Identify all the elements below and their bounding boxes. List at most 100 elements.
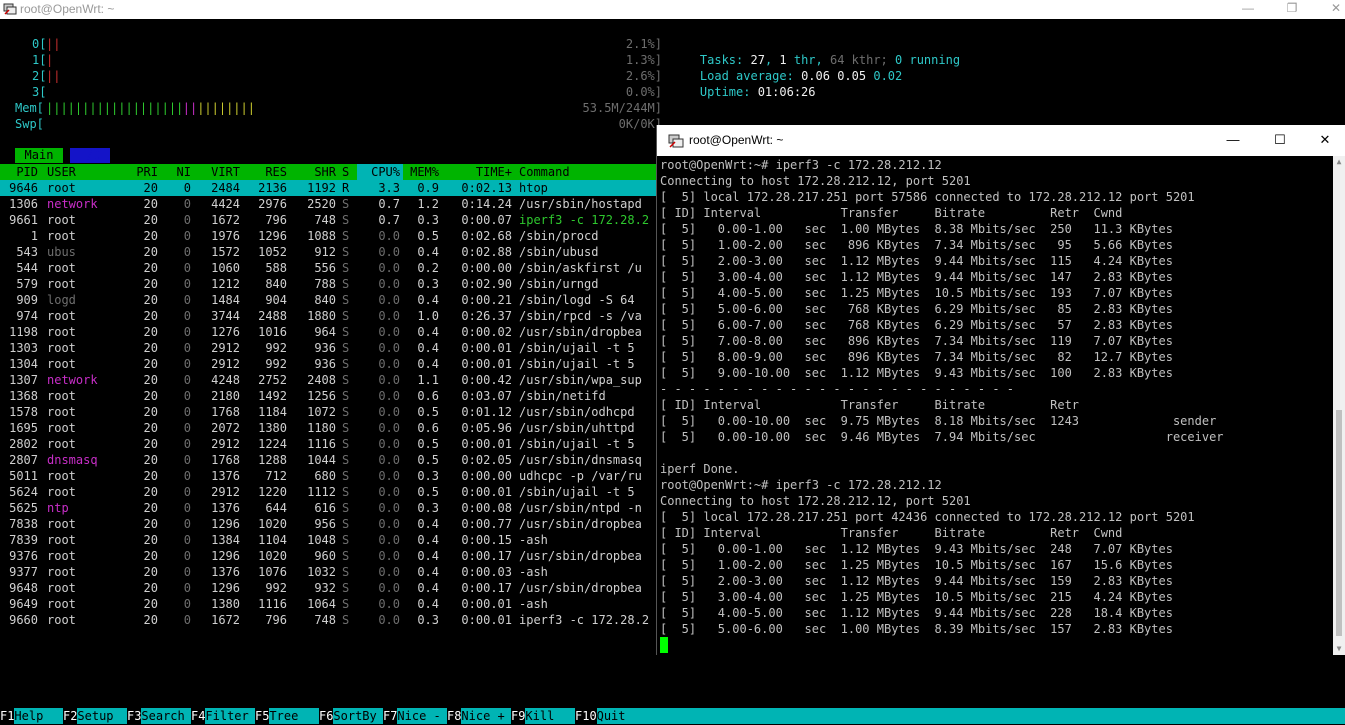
process-ni: 0 bbox=[183, 325, 191, 339]
process-virt: 1212 bbox=[211, 277, 240, 291]
terminal-line: [ 5] 9.00-10.00 sec 1.12 MBytes 9.43 Mbi… bbox=[660, 366, 1173, 380]
front-window-titlebar[interactable]: root@OpenWrt: ~ — ☐ ✕ bbox=[657, 125, 1345, 156]
cpu-meter: 3[0.0%] bbox=[0, 84, 662, 100]
process-row[interactable]: 1306 network 20 0 4424 2976 2520 S 0.7 1.2 0:14.24… bbox=[0, 196, 656, 212]
maximize-button[interactable]: ☐ bbox=[1257, 125, 1303, 156]
process-row[interactable]: 9661 root 20 0 1672 796 748 S 0.7 0.3 0:00.07 iperf… bbox=[0, 212, 656, 228]
process-cpu: 0.0 bbox=[378, 421, 400, 435]
back-window-titlebar[interactable]: root@OpenWrt: ~ — ❐ ✕ bbox=[0, 0, 1345, 19]
column-header-cpu[interactable]: CPU% bbox=[362, 164, 400, 180]
process-virt: 1376 bbox=[211, 565, 240, 579]
process-time: 0:00.15 bbox=[461, 533, 512, 547]
iperf-window[interactable]: root@OpenWrt: ~ — ☐ ✕ root@OpenWrt:~# ip… bbox=[656, 125, 1345, 655]
column-header-mem[interactable]: MEM% bbox=[405, 164, 439, 180]
process-row[interactable]: 579 root 20 0 1212 840 788 S 0.0 0.3 0:02.90/sbin/… bbox=[0, 276, 656, 292]
process-s: S bbox=[342, 341, 350, 355]
process-res: 1380 bbox=[258, 421, 287, 435]
process-user: root bbox=[47, 469, 76, 483]
process-row[interactable]: 1 root 20 0 1976 1296 1088 S 0.0 0.5 0:02.68/sbin/… bbox=[0, 228, 656, 244]
process-row[interactable]: 2807 dnsmasq 20 0 1768 1288 1044 S 0.0 0.5 0:02.05… bbox=[0, 452, 656, 468]
process-time: 0:00.00 bbox=[461, 261, 512, 275]
process-ni: 0 bbox=[183, 597, 191, 611]
tab-io[interactable]: I/O bbox=[70, 148, 110, 163]
process-row[interactable]: 2802 root 20 0 2912 1224 1116 S 0.0 0.5 0:00.01/sb… bbox=[0, 436, 656, 452]
column-header-time[interactable]: TIME+ bbox=[448, 164, 512, 180]
iperf-terminal[interactable]: root@OpenWrt:~# iperf3 -c 172.28.212.12 C… bbox=[657, 156, 1333, 655]
process-ni: 0 bbox=[183, 373, 191, 387]
column-header-ni[interactable]: NI bbox=[165, 164, 191, 180]
process-row[interactable]: 544 root 20 0 1060 588 556 S 0.0 0.2 0:00.00/sbin/… bbox=[0, 260, 656, 276]
column-header-cmd[interactable]: Command bbox=[519, 164, 656, 180]
process-res: 1076 bbox=[258, 565, 287, 579]
scroll-up-arrow-icon[interactable]: ▲ bbox=[1333, 156, 1345, 168]
minimize-button[interactable]: — bbox=[1210, 125, 1256, 156]
process-row[interactable]: 1303 root 20 0 2912 992 936 S 0.0 0.4 0:00.01/sbin… bbox=[0, 340, 656, 356]
restore-button[interactable]: ❐ bbox=[1270, 0, 1314, 19]
column-header-user[interactable]: USER bbox=[47, 164, 127, 180]
process-pid: 1304 bbox=[9, 357, 38, 371]
column-header-pid[interactable]: PID bbox=[0, 164, 38, 180]
process-row[interactable]: 1304 root 20 0 2912 992 936 S 0.0 0.4 0:00.01/sbin… bbox=[0, 356, 656, 372]
process-row[interactable]: 5011 root 20 0 1376 712 680 S 0.0 0.3 0:00.00 udhcp… bbox=[0, 468, 656, 484]
process-pri: 20 bbox=[143, 373, 158, 387]
column-header-shr[interactable]: SHR bbox=[292, 164, 336, 180]
cpu-meter-label: 0[ bbox=[32, 37, 47, 51]
process-row[interactable]: 9646 root 20 0 2484 2136 1192 R 3.3 0.9 0:02.13 hto… bbox=[0, 180, 656, 196]
process-time: 0:03.07 bbox=[461, 389, 512, 403]
process-virt: 1296 bbox=[211, 581, 240, 595]
process-pri: 20 bbox=[143, 581, 158, 595]
process-row[interactable]: 1578 root 20 0 1768 1184 1072 S 0.0 0.5 0:01.12/us… bbox=[0, 404, 656, 420]
close-button[interactable]: ✕ bbox=[1302, 125, 1345, 156]
process-cmd: -ash bbox=[519, 565, 548, 579]
fkey-key: F5 bbox=[255, 708, 270, 724]
column-header-virt[interactable]: VIRT bbox=[196, 164, 240, 180]
process-mem: 0.4 bbox=[417, 533, 439, 547]
scrollbar[interactable]: ▲ ▼ bbox=[1333, 156, 1345, 655]
process-user: root bbox=[47, 261, 76, 275]
process-row[interactable]: 974 root 20 0 3744 2488 1880 S 0.0 1.0 0:26.37/sbi… bbox=[0, 308, 656, 324]
cpu-meter-value: 2.6%] bbox=[625, 69, 662, 83]
process-s: S bbox=[342, 261, 350, 275]
process-mem: 0.4 bbox=[417, 581, 439, 595]
process-row[interactable]: 909 logd 20 0 1484 904 840 S 0.0 0.4 0:00.21/sbin/… bbox=[0, 292, 656, 308]
terminal-line: [ 5] 1.00-2.00 sec 1.25 MBytes 10.5 Mbit… bbox=[660, 558, 1173, 572]
process-row[interactable]: 1368 root 20 0 2180 1492 1256 S 0.0 0.6 0:03.07/sb… bbox=[0, 388, 656, 404]
minimize-button[interactable]: — bbox=[1226, 0, 1270, 19]
process-cpu: 0.0 bbox=[378, 325, 400, 339]
process-pri: 20 bbox=[143, 229, 158, 243]
process-row[interactable]: 9648 root 20 0 1296 992 932 S 0.0 0.4 0:00.17/usr/… bbox=[0, 580, 656, 596]
column-header-s[interactable]: S bbox=[342, 164, 352, 180]
column-header-res[interactable]: RES bbox=[246, 164, 287, 180]
process-s: S bbox=[342, 357, 350, 371]
process-row[interactable]: 1307 network 20 0 4248 2752 2408 S 0.0 1.1 0:00.42… bbox=[0, 372, 656, 388]
process-row[interactable]: 9376 root 20 0 1296 1020 960 S 0.0 0.4 0:00.17/usr… bbox=[0, 548, 656, 564]
terminal-line: [ 5] local 172.28.217.251 port 57586 con… bbox=[660, 190, 1195, 204]
process-row[interactable]: 9377 root 20 0 1376 1076 1032 S 0.0 0.4 0:00.03 -as… bbox=[0, 564, 656, 580]
process-pid: 544 bbox=[16, 261, 38, 275]
process-row[interactable]: 7839 root 20 0 1384 1104 1048 S 0.0 0.4 0:00.15 -as… bbox=[0, 532, 656, 548]
cpu-meter-label: 1[ bbox=[32, 53, 47, 67]
process-ni: 0 bbox=[183, 533, 191, 547]
terminal-line: [ 5] 0.00-10.00 sec 9.46 MBytes 7.94 Mbi… bbox=[660, 430, 1224, 444]
process-pri: 20 bbox=[143, 597, 158, 611]
process-shr: 1192 bbox=[307, 181, 336, 195]
process-virt: 1768 bbox=[211, 405, 240, 419]
column-header-pri[interactable]: PRI bbox=[128, 164, 158, 180]
tab-main[interactable]: Main bbox=[15, 148, 63, 163]
process-row[interactable]: 5624 root 20 0 2912 1220 1112 S 0.0 0.5 0:00.01/sb… bbox=[0, 484, 656, 500]
process-user: root bbox=[47, 229, 76, 243]
process-shr: 2408 bbox=[307, 373, 336, 387]
process-row[interactable]: 1198 root 20 0 1276 1016 964 S 0.0 0.4 0:00.02/usr… bbox=[0, 324, 656, 340]
process-s: S bbox=[342, 421, 350, 435]
process-row[interactable]: 1695 root 20 0 2072 1380 1180 S 0.0 0.6 0:05.96/us… bbox=[0, 420, 656, 436]
process-row[interactable]: 7838 root 20 0 1296 1020 956 S 0.0 0.4 0:00.77/usr… bbox=[0, 516, 656, 532]
terminal-line: Connecting to host 172.28.212.12, port 5… bbox=[660, 494, 971, 508]
process-row[interactable]: 9649 root 20 0 1380 1116 1064 S 0.0 0.4 0:00.01 -as… bbox=[0, 596, 656, 612]
scrollbar-thumb[interactable] bbox=[1336, 410, 1342, 636]
scroll-down-arrow-icon[interactable]: ▼ bbox=[1333, 643, 1345, 655]
process-row[interactable]: 9660 root 20 0 1672 796 748 S 0.0 0.3 0:00.01 iperf… bbox=[0, 612, 656, 628]
process-row[interactable]: 543 ubus 20 0 1572 1052 912 S 0.0 0.4 0:02.88/sbin… bbox=[0, 244, 656, 260]
fkey-label: Tree bbox=[269, 709, 299, 723]
close-button[interactable]: ✕ bbox=[1314, 0, 1345, 19]
process-row[interactable]: 5625 ntp 20 0 1376 644 616 S 0.0 0.3 0:00.08/usr/s… bbox=[0, 500, 656, 516]
